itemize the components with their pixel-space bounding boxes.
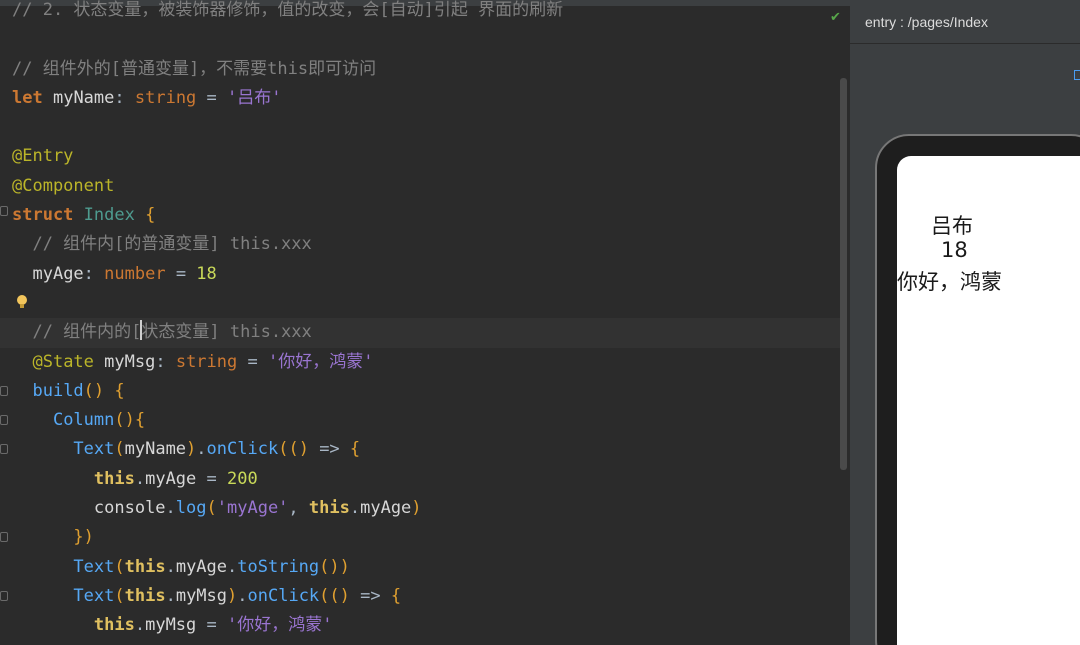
code-text: build() { [32, 380, 125, 401]
previewer-title: entry : /pages/Index [850, 0, 1080, 44]
lightbulb-icon[interactable] [17, 295, 27, 308]
comment-text: // 组件内[的普通变量] this.xxx [12, 234, 312, 255]
code-line-13[interactable]: @State myMsg: string = '你好，鸿蒙' [12, 348, 842, 377]
code-line-1[interactable]: // 2. 状态变量，被装饰器修饰，值的改变，会[自动]引起 界面的刷新 [12, 0, 842, 25]
code-line-11[interactable] [12, 289, 842, 318]
preview-text-age: 18 [941, 238, 968, 262]
code-text: Column(){ [52, 410, 146, 431]
fold-marker[interactable] [0, 386, 8, 396]
code-line-17[interactable]: this.myAge = 200 [12, 465, 842, 494]
text-caret [140, 320, 142, 340]
code-line-18[interactable]: console.log('myAge', this.myAge) [12, 494, 842, 523]
comment-text: // 组件外的[普通变量]，不需要this即可访问 [12, 58, 377, 79]
code-line-8[interactable]: struct Index { [12, 201, 842, 230]
code-text: Text(this.myAge.toString()) [73, 556, 350, 577]
fold-marker[interactable] [0, 415, 8, 425]
code-text: }) [73, 527, 94, 548]
fold-marker[interactable] [0, 444, 8, 454]
preview-text-name[interactable]: 吕布 [931, 210, 973, 240]
code-line-6[interactable]: @Entry [12, 142, 842, 171]
code-line-7[interactable]: @Component [12, 172, 842, 201]
fold-marker[interactable] [0, 206, 8, 216]
code-text: myAge: number = 18 [32, 263, 217, 284]
code-text: @State myMsg: string = '你好，鸿蒙' [32, 351, 374, 372]
previewer-panel: entry : /pages/Index 吕布 18 你好，鸿蒙 [850, 0, 1080, 645]
fold-marker[interactable] [0, 532, 8, 542]
comment-text: // 2. 状态变量，被装饰器修饰，值的改变，会[自动]引起 界面的刷新 [12, 0, 564, 20]
code-text: struct Index { [12, 205, 156, 226]
code-line-19[interactable]: }) [12, 523, 842, 552]
code-line-12[interactable]: // 组件内的[状态变量] this.xxx [0, 318, 842, 348]
code-line-3[interactable]: // 组件外的[普通变量]，不需要this即可访问 [12, 55, 842, 84]
code-text: @Component [12, 175, 115, 196]
code-text: Text(myName).onClick(() => { [73, 439, 361, 460]
toolbar-icon[interactable] [1074, 70, 1080, 80]
code-line-10[interactable]: myAge: number = 18 [12, 260, 842, 289]
device-frame: 吕布 18 你好，鸿蒙 [875, 134, 1080, 645]
code-line-15[interactable]: Column(){ [12, 406, 842, 435]
code-line-9[interactable]: // 组件内[的普通变量] this.xxx [12, 230, 842, 259]
device-screen: 吕布 18 你好，鸿蒙 [897, 156, 1080, 645]
comment-text: // 组件内的[状态变量] this.xxx [12, 322, 312, 343]
preview-text-msg[interactable]: 你好，鸿蒙 [897, 266, 1002, 296]
code-line-20[interactable]: Text(this.myAge.toString()) [12, 553, 842, 582]
check-icon: ✔ [830, 10, 841, 25]
code-lines[interactable]: // 2. 状态变量，被装饰器修饰，值的改变，会[自动]引起 界面的刷新 // … [0, 0, 842, 641]
code-text: let myName: string = '吕布' [12, 87, 282, 108]
ide-window: // 2. 状态变量，被装饰器修饰，值的改变，会[自动]引起 界面的刷新 // … [0, 0, 1080, 645]
code-editor[interactable]: // 2. 状态变量，被装饰器修饰，值的改变，会[自动]引起 界面的刷新 // … [0, 0, 850, 645]
fold-marker[interactable] [0, 591, 8, 601]
code-text: console.log('myAge', this.myAge) [93, 498, 422, 519]
code-text: this.myAge = 200 [93, 468, 258, 489]
code-line-22[interactable]: this.myMsg = '你好，鸿蒙' [12, 611, 842, 640]
code-text: @Entry [12, 146, 74, 167]
code-text: Text(this.myMsg).onClick(() => { [73, 585, 402, 606]
code-line-21[interactable]: Text(this.myMsg).onClick(() => { [12, 582, 842, 611]
code-line-14[interactable]: build() { [12, 377, 842, 406]
editor-scrollbar[interactable] [840, 78, 847, 470]
code-line-5[interactable] [12, 113, 842, 142]
code-text: this.myMsg = '你好，鸿蒙' [93, 615, 333, 636]
code-line-4[interactable]: let myName: string = '吕布' [12, 84, 842, 113]
code-line-16[interactable]: Text(myName).onClick(() => { [12, 435, 842, 464]
code-line-2[interactable] [12, 25, 842, 54]
